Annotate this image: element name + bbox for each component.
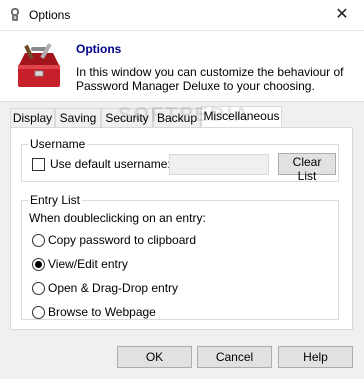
radio-copy-password[interactable] xyxy=(32,234,45,247)
tab-security[interactable]: Security xyxy=(101,108,153,127)
header-description: In this window you can customize the beh… xyxy=(76,65,344,93)
cancel-button[interactable]: Cancel xyxy=(197,346,272,368)
toolbox-icon xyxy=(18,43,60,87)
entry-list-group-title: Entry List xyxy=(28,193,83,207)
help-button[interactable]: Help xyxy=(278,346,353,368)
username-group: Username Use default username: Clear Lis… xyxy=(21,137,339,183)
window-title: Options xyxy=(29,8,71,22)
radio-open-drag-drop[interactable] xyxy=(32,282,45,295)
close-button[interactable]: ✕ xyxy=(320,0,364,30)
tab-miscellaneous[interactable]: Miscellaneous xyxy=(201,106,282,128)
header-title: Options xyxy=(76,42,122,56)
header-banner: Options In this window you can customize… xyxy=(0,31,364,102)
radio-view-edit-entry-label[interactable]: View/Edit entry xyxy=(48,257,128,271)
tab-panel-miscellaneous: Username Use default username: Clear Lis… xyxy=(10,127,353,330)
title-bar: Options ✕ xyxy=(0,0,364,31)
radio-view-edit-entry[interactable] xyxy=(32,258,45,271)
use-default-username-label[interactable]: Use default username: xyxy=(50,157,171,171)
radio-browse-webpage-label[interactable]: Browse to Webpage xyxy=(48,305,156,319)
username-group-title: Username xyxy=(28,137,88,151)
app-icon xyxy=(11,7,20,21)
default-username-input[interactable] xyxy=(169,154,269,175)
radio-copy-password-label[interactable]: Copy password to clipboard xyxy=(48,233,196,247)
tab-backup[interactable]: Backup xyxy=(153,108,201,127)
ok-button[interactable]: OK xyxy=(117,346,192,368)
tab-display[interactable]: Display xyxy=(10,108,55,127)
doubleclick-prompt: When doubleclicking on an entry: xyxy=(29,211,206,225)
clear-list-button[interactable]: Clear List xyxy=(278,153,336,183)
radio-browse-webpage[interactable] xyxy=(32,306,45,319)
use-default-username-checkbox[interactable] xyxy=(32,158,45,171)
entry-list-group: Entry List When doubleclicking on an ent… xyxy=(21,193,339,320)
radio-open-drag-drop-label[interactable]: Open & Drag-Drop entry xyxy=(48,281,178,295)
tab-saving[interactable]: Saving xyxy=(55,108,101,127)
